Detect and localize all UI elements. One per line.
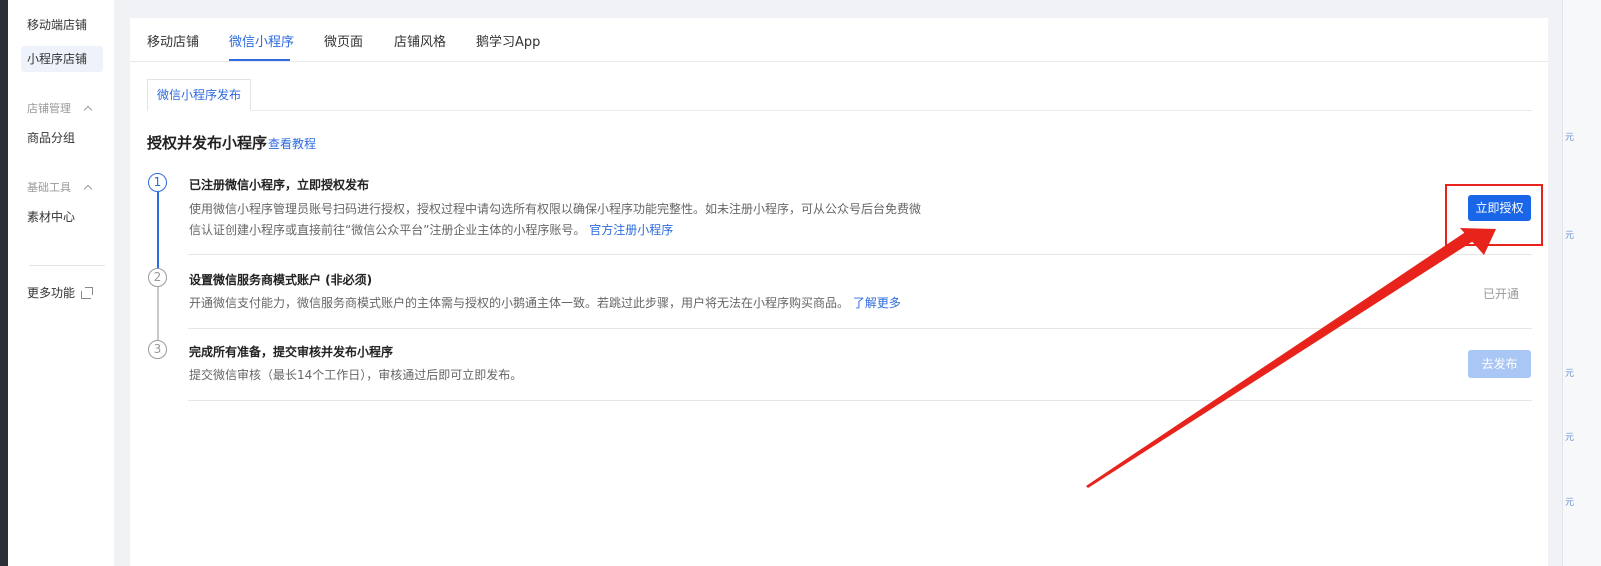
right-edge-mark: 元 xyxy=(1565,433,1575,443)
publish-button: 去发布 xyxy=(1468,350,1531,378)
annotation-highlight-box xyxy=(1445,184,1543,246)
tab-micro-page[interactable]: 微页面 xyxy=(324,31,363,50)
step-3-indicator: 3 xyxy=(148,340,167,359)
sidebar-item-asset-center[interactable]: 素材中心 xyxy=(21,204,103,230)
tab-learning-app[interactable]: 鹅学习App xyxy=(476,31,540,50)
tab-store-style[interactable]: 店铺风格 xyxy=(394,31,446,50)
tab-wechat-miniprogram[interactable]: 微信小程序 xyxy=(229,31,294,50)
left-dark-strip xyxy=(0,0,8,566)
step-1-indicator: 1 xyxy=(148,173,167,192)
sidebar-item-miniprogram-store[interactable]: 小程序店铺 xyxy=(21,46,103,72)
external-link-icon xyxy=(81,286,94,299)
step-2-desc-line: 开通微信支付能力，微信服务商模式账户的主体需与授权的小鹅通主体一致。若跳过此步骤… xyxy=(189,293,949,314)
step-connector xyxy=(157,287,159,347)
status-activated: 已开通 xyxy=(1483,287,1520,301)
sidebar: 移动端店铺 小程序店铺 店铺管理 商品分组 基础工具 素材中心 更多功能 xyxy=(8,0,114,566)
more-features-link[interactable]: 更多功能 xyxy=(27,284,94,301)
step-2-desc-text: 开通微信支付能力，微信服务商模式账户的主体需与授权的小鹅通主体一致。若跳过此步骤… xyxy=(189,296,850,310)
step-connector-active xyxy=(157,192,159,272)
step-2-title: 设置微信服务商模式账户 (非必须) xyxy=(189,273,373,287)
step-3-title: 完成所有准备，提交审核并发布小程序 xyxy=(189,345,394,359)
step-1-description: 使用微信小程序管理员账号扫码进行授权，授权过程中请勾选所有权限以确保小程序功能完… xyxy=(189,199,949,241)
chevron-up-icon xyxy=(83,184,93,193)
subtab-miniprogram-publish[interactable]: 微信小程序发布 xyxy=(147,79,252,111)
sidebar-item-product-groups[interactable]: 商品分组 xyxy=(21,125,103,151)
right-edge-mark: 元 xyxy=(1565,133,1575,143)
step-3-desc-line: 提交微信审核（最长14个工作日），审核通过后即可立即发布。 xyxy=(189,368,523,382)
main-panel: 移动店铺 微信小程序 微页面 店铺风格 鹅学习App 微信小程序发布 授权并发布… xyxy=(130,18,1548,566)
right-edge-mark: 元 xyxy=(1565,231,1575,241)
right-edge-panel xyxy=(1562,0,1601,566)
section-title: 授权并发布小程序 xyxy=(147,134,268,152)
step-divider xyxy=(188,328,1532,329)
sidebar-group-label: 店铺管理 xyxy=(27,102,71,115)
step-1-desc-line: 信认证创建小程序或直接前往“微信公众平台”注册企业主体的小程序账号。 官方注册小… xyxy=(189,220,949,241)
view-tutorial-link[interactable]: 查看教程 xyxy=(268,135,316,152)
step-2-description: 开通微信支付能力，微信服务商模式账户的主体需与授权的小鹅通主体一致。若跳过此步骤… xyxy=(189,293,949,314)
right-edge-mark: 元 xyxy=(1565,498,1575,508)
step-1-title: 已注册微信小程序，立即授权发布 xyxy=(189,178,370,192)
step-3-description: 提交微信审核（最长14个工作日），审核通过后即可立即发布。 xyxy=(189,365,949,386)
tab-mobile-store[interactable]: 移动店铺 xyxy=(147,31,199,50)
sidebar-group-label: 基础工具 xyxy=(27,181,71,194)
more-features-label: 更多功能 xyxy=(27,286,76,300)
chevron-up-icon xyxy=(83,105,93,114)
sidebar-group-store-management[interactable]: 店铺管理 xyxy=(27,100,93,116)
step-2-indicator: 2 xyxy=(148,268,167,287)
tab-bar: 移动店铺 微信小程序 微页面 店铺风格 鹅学习App xyxy=(130,18,1548,62)
sidebar-item-mobile-store[interactable]: 移动端店铺 xyxy=(21,12,103,38)
sidebar-divider xyxy=(29,265,105,266)
subtab-bar: 微信小程序发布 xyxy=(147,79,1532,111)
learn-more-link[interactable]: 了解更多 xyxy=(853,296,901,310)
step-1-desc-line: 使用微信小程序管理员账号扫码进行授权，授权过程中请勾选所有权限以确保小程序功能完… xyxy=(189,202,922,216)
official-register-link[interactable]: 官方注册小程序 xyxy=(589,223,673,237)
top-gap xyxy=(114,0,1548,4)
right-edge-mark: 元 xyxy=(1565,369,1575,379)
step-1-desc-text: 信认证创建小程序或直接前往“微信公众平台”注册企业主体的小程序账号。 xyxy=(189,223,586,237)
step-divider xyxy=(188,400,1532,401)
sidebar-group-basic-tools[interactable]: 基础工具 xyxy=(27,179,93,195)
active-tab-indicator xyxy=(229,59,290,61)
step-divider xyxy=(188,254,1532,255)
